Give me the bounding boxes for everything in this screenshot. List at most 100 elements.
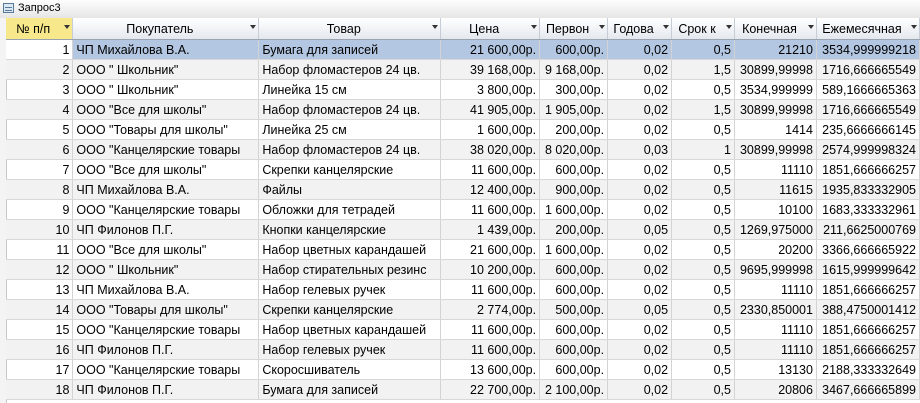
cell-n[interactable]: 17 bbox=[6, 359, 74, 380]
cell-term[interactable]: 0,5 bbox=[671, 279, 735, 300]
cell-annual[interactable]: 0,02 bbox=[607, 39, 673, 60]
cell-n[interactable]: 2 bbox=[6, 59, 74, 80]
cell-price[interactable]: 2 774,00р. bbox=[440, 299, 541, 320]
table-row[interactable]: 2 ООО " Школьник" Набор фломастеров 24 цв.… bbox=[6, 59, 920, 80]
cell-annual[interactable]: 0,02 bbox=[607, 199, 673, 220]
cell-buyer[interactable]: ЧП Михайлова В.А. bbox=[72, 39, 260, 60]
cell-item[interactable]: Обложки для тетрадей bbox=[258, 199, 442, 220]
cell-annual[interactable]: 0,02 bbox=[607, 99, 673, 120]
table-row[interactable]: 13 ЧП Михайлова В.А. Набор гелевых ручек 11… bbox=[6, 279, 920, 300]
cell-first[interactable]: 300,00р. bbox=[539, 79, 609, 100]
column-header-annual[interactable]: Годова bbox=[607, 18, 673, 40]
cell-n[interactable]: 14 bbox=[6, 299, 74, 320]
table-row[interactable]: 7 ООО "Все для школы" Скрепки канцелярские… bbox=[6, 159, 920, 180]
cell-buyer[interactable]: ООО " Школьник" bbox=[72, 59, 260, 80]
cell-n[interactable]: 13 bbox=[6, 279, 74, 300]
table-row[interactable]: 6 ООО "Канцелярские товары Набор фломастер… bbox=[6, 139, 920, 160]
cell-final[interactable]: 30899,99998 bbox=[734, 139, 817, 160]
cell-monthly[interactable]: 2574,999998324 bbox=[816, 139, 920, 160]
dropdown-arrow-icon[interactable] bbox=[663, 25, 670, 29]
cell-term[interactable]: 0,5 bbox=[671, 359, 735, 380]
cell-item[interactable]: Скоросшиватель bbox=[258, 359, 442, 380]
cell-item[interactable]: Набор фломастеров 24 цв. bbox=[258, 59, 442, 80]
cell-buyer[interactable]: ООО "Канцелярские товары bbox=[72, 359, 260, 380]
cell-term[interactable]: 0,5 bbox=[671, 299, 735, 320]
table-row[interactable]: 17 ООО "Канцелярские товары Скоросшиватель… bbox=[6, 359, 920, 380]
cell-final[interactable]: 20806 bbox=[734, 379, 817, 400]
cell-buyer[interactable]: ЧП Михайлова В.А. bbox=[72, 279, 260, 300]
cell-item[interactable]: Бумага для записей bbox=[258, 379, 442, 400]
cell-item[interactable]: Набор цветных карандашей bbox=[258, 319, 442, 340]
cell-first[interactable]: 600,00р. bbox=[539, 359, 609, 380]
cell-annual[interactable]: 0,02 bbox=[607, 119, 673, 140]
cell-first[interactable]: 600,00р. bbox=[539, 259, 609, 280]
cell-term[interactable]: 1,5 bbox=[671, 99, 735, 120]
cell-monthly[interactable]: 1851,666666257 bbox=[816, 339, 920, 360]
cell-monthly[interactable]: 1716,666665549 bbox=[816, 99, 920, 120]
cell-annual[interactable]: 0,02 bbox=[607, 59, 673, 80]
cell-item[interactable]: Набор цветных карандашей bbox=[258, 239, 442, 260]
cell-buyer[interactable]: ООО "Канцелярские товары bbox=[72, 319, 260, 340]
cell-monthly[interactable]: 211,6625000769 bbox=[816, 219, 920, 240]
cell-item[interactable]: Линейка 25 см bbox=[258, 119, 442, 140]
cell-buyer[interactable]: ООО "Канцелярские товары bbox=[72, 199, 260, 220]
cell-monthly[interactable]: 1615,999999642 bbox=[816, 259, 920, 280]
cell-monthly[interactable]: 1851,666666257 bbox=[816, 279, 920, 300]
table-row[interactable]: 14 ООО "Товары для школы" Скрепки канцеляр… bbox=[6, 299, 920, 320]
cell-monthly[interactable]: 1851,666666257 bbox=[816, 159, 920, 180]
column-header-final[interactable]: Конечная bbox=[734, 18, 817, 40]
cell-term[interactable]: 0,5 bbox=[671, 119, 735, 140]
cell-first[interactable]: 600,00р. bbox=[539, 319, 609, 340]
dropdown-arrow-icon[interactable] bbox=[599, 25, 606, 29]
cell-price[interactable]: 10 200,00р. bbox=[440, 259, 541, 280]
cell-final[interactable]: 30899,99998 bbox=[734, 99, 817, 120]
table-row[interactable]: 1 ЧП Михайлова В.А. Бумага для записей 21 6… bbox=[6, 39, 920, 60]
cell-price[interactable]: 11 600,00р. bbox=[440, 339, 541, 360]
cell-monthly[interactable]: 1716,666665549 bbox=[816, 59, 920, 80]
cell-price[interactable]: 11 600,00р. bbox=[440, 319, 541, 340]
cell-item[interactable]: Набор фломастеров 24 цв. bbox=[258, 99, 442, 120]
cell-annual[interactable]: 0,02 bbox=[607, 239, 673, 260]
document-tab-title[interactable]: Запрос3 bbox=[18, 2, 61, 14]
cell-price[interactable]: 38 020,00р. bbox=[440, 139, 541, 160]
table-row[interactable]: 18 ЧП Филонов П.Г. Бумага для записей 22 70… bbox=[6, 379, 920, 400]
cell-first[interactable]: 2 100,00р. bbox=[539, 379, 609, 400]
cell-price[interactable]: 12 400,00р. bbox=[440, 179, 541, 200]
cell-term[interactable]: 0,5 bbox=[671, 379, 735, 400]
cell-final[interactable]: 9695,999998 bbox=[734, 259, 817, 280]
column-header-first[interactable]: Первон bbox=[539, 18, 609, 40]
cell-term[interactable]: 1 bbox=[671, 139, 735, 160]
cell-final[interactable]: 30899,99998 bbox=[734, 59, 817, 80]
cell-annual[interactable]: 0,03 bbox=[607, 139, 673, 160]
cell-buyer[interactable]: ЧП Михайлова В.А. bbox=[72, 179, 260, 200]
cell-n[interactable]: 10 bbox=[6, 219, 74, 240]
cell-item[interactable]: Бумага для записей bbox=[258, 39, 442, 60]
table-row[interactable]: 10 ЧП Филонов П.Г. Кнопки канцелярские 1 43… bbox=[6, 219, 920, 240]
cell-n[interactable]: 12 bbox=[6, 259, 74, 280]
cell-term[interactable]: 0,5 bbox=[671, 199, 735, 220]
cell-annual[interactable]: 0,02 bbox=[607, 279, 673, 300]
cell-item[interactable]: Скрепки канцелярские bbox=[258, 159, 442, 180]
cell-item[interactable]: Линейка 15 см bbox=[258, 79, 442, 100]
cell-buyer[interactable]: ЧП Филонов П.Г. bbox=[72, 379, 260, 400]
cell-n[interactable]: 7 bbox=[6, 159, 74, 180]
cell-monthly[interactable]: 3366,666665922 bbox=[816, 239, 920, 260]
cell-annual[interactable]: 0,02 bbox=[607, 259, 673, 280]
cell-n[interactable]: 15 bbox=[6, 319, 74, 340]
cell-buyer[interactable]: ООО "Все для школы" bbox=[72, 239, 260, 260]
cell-annual[interactable]: 0,05 bbox=[607, 299, 673, 320]
cell-n[interactable]: 5 bbox=[6, 119, 74, 140]
table-row[interactable]: 15 ООО "Канцелярские товары Набор цветных … bbox=[6, 319, 920, 340]
column-header-item[interactable]: Товар bbox=[258, 18, 442, 40]
cell-buyer[interactable]: ООО "Все для школы" bbox=[72, 99, 260, 120]
cell-term[interactable]: 0,5 bbox=[671, 39, 735, 60]
cell-final[interactable]: 11110 bbox=[734, 159, 817, 180]
cell-price[interactable]: 11 600,00р. bbox=[440, 159, 541, 180]
cell-first[interactable]: 500,00р. bbox=[539, 299, 609, 320]
cell-buyer[interactable]: ЧП Филонов П.Г. bbox=[72, 339, 260, 360]
cell-final[interactable]: 10100 bbox=[734, 199, 817, 220]
cell-final[interactable]: 2330,850001 bbox=[734, 299, 817, 320]
cell-annual[interactable]: 0,02 bbox=[607, 179, 673, 200]
cell-annual[interactable]: 0,02 bbox=[607, 79, 673, 100]
cell-annual[interactable]: 0,02 bbox=[607, 319, 673, 340]
